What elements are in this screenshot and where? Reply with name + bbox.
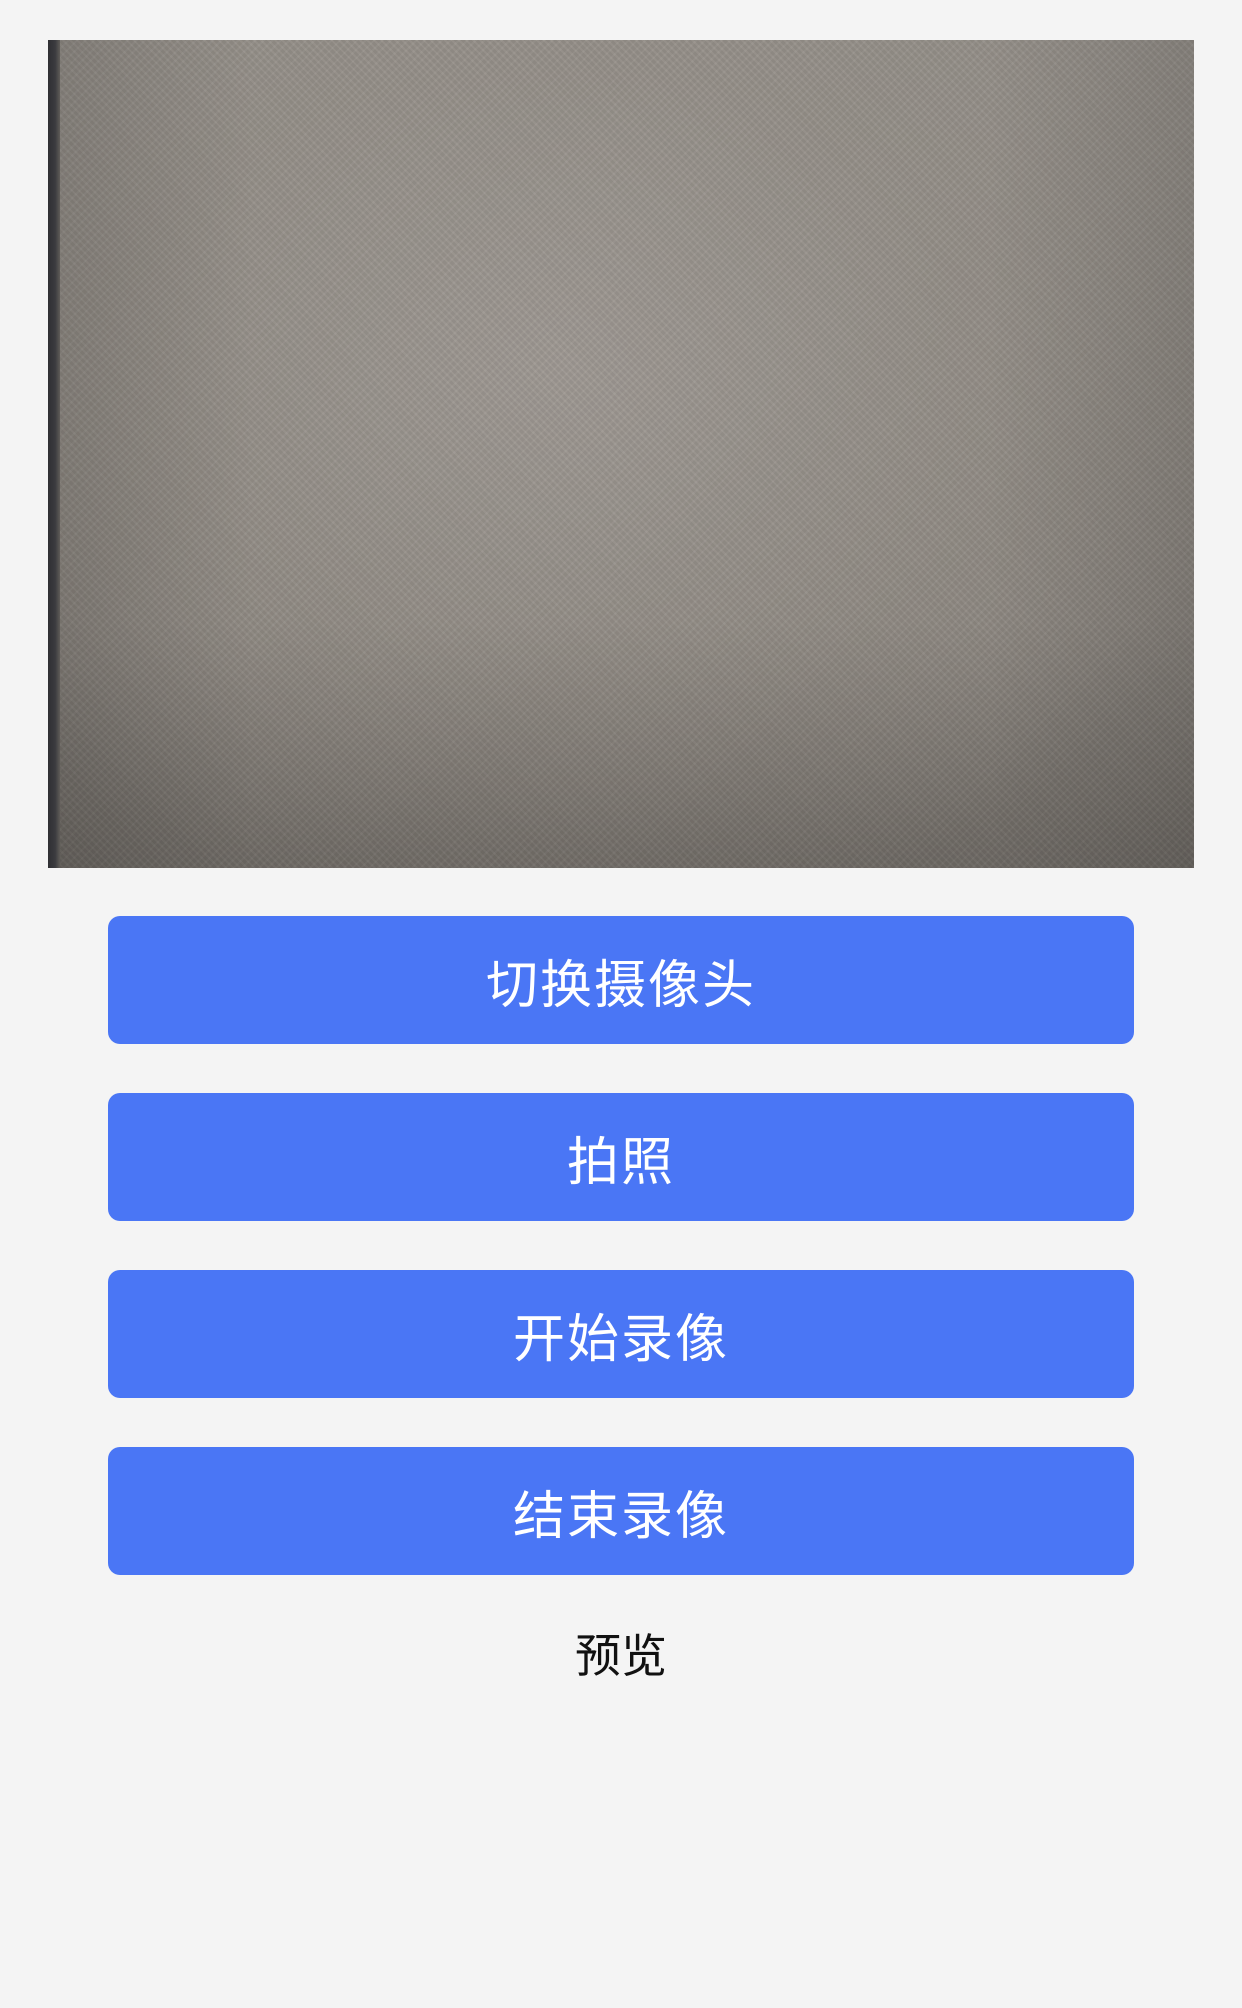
camera-preview xyxy=(48,40,1194,868)
start-recording-button[interactable]: 开始录像 xyxy=(108,1270,1134,1398)
preview-link[interactable]: 预览 xyxy=(0,1620,1242,1686)
take-photo-button[interactable]: 拍照 xyxy=(108,1093,1134,1221)
stop-recording-button[interactable]: 结束录像 xyxy=(108,1447,1134,1575)
switch-camera-button[interactable]: 切换摄像头 xyxy=(108,916,1134,1044)
preview-left-edge xyxy=(48,40,60,868)
